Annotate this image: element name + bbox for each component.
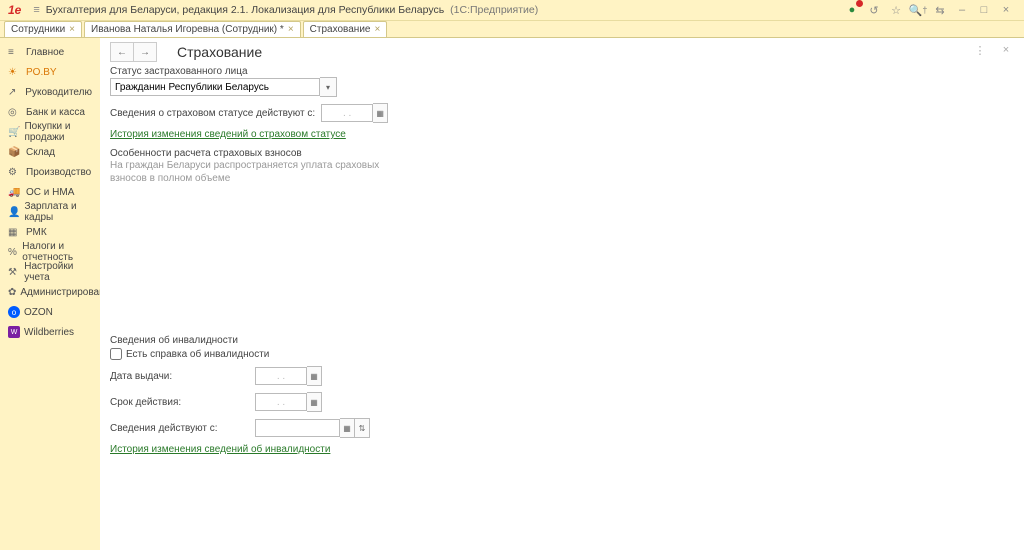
chevron-down-icon[interactable]: ▾ bbox=[320, 77, 337, 97]
sidebar: ≡ Главное ☀ PO.BY ↗ Руководителю ◎ Банк и ка… bbox=[0, 38, 100, 550]
sidebar-item-main[interactable]: ≡ Главное bbox=[0, 42, 100, 62]
sidebar-item-label: Производство bbox=[26, 167, 91, 178]
history-icon[interactable]: ↺ bbox=[866, 2, 882, 18]
sidebar-item-salary[interactable]: 👤 Зарплата и кадры bbox=[0, 202, 100, 222]
rmk-icon: ▦ bbox=[8, 227, 22, 238]
favorite-icon[interactable]: ☆ bbox=[888, 2, 904, 18]
tab-label: Страхование bbox=[310, 24, 371, 35]
manager-icon: ↗ bbox=[8, 87, 21, 98]
taxes-icon: % bbox=[8, 247, 18, 258]
cart-icon: 🛒 bbox=[8, 127, 20, 138]
sidebar-item-label: Руководителю bbox=[25, 87, 92, 98]
stock-icon: 📦 bbox=[8, 147, 22, 158]
app-subtitle: (1С:Предприятие) bbox=[444, 4, 538, 16]
stepper-icon[interactable]: ⇅ bbox=[355, 418, 370, 438]
page-title: Страхование bbox=[177, 44, 262, 60]
sidebar-item-wildberries[interactable]: W Wildberries bbox=[0, 322, 100, 342]
history-status-link[interactable]: История изменения сведений о страховом с… bbox=[110, 129, 346, 140]
sidebar-item-label: Покупки и продажи bbox=[24, 121, 92, 143]
tab-label: Сотрудники bbox=[11, 24, 65, 35]
close-icon[interactable]: × bbox=[288, 24, 294, 35]
top-icons: ● ↺ ☆ 🔍 † ⇆ – □ × bbox=[844, 2, 1024, 18]
search-icon[interactable]: 🔍 † bbox=[910, 2, 926, 18]
sidebar-item-label: Зарплата и кадры bbox=[24, 201, 92, 223]
history-disability-link[interactable]: История изменения сведений об инвалиднос… bbox=[110, 444, 330, 455]
calendar-icon[interactable]: ▦ bbox=[307, 366, 322, 386]
poby-icon: ☀ bbox=[8, 67, 22, 78]
features-hint: На граждан Беларуси распространяется упл… bbox=[110, 159, 390, 185]
disability-header: Сведения об инвалидности bbox=[110, 335, 1014, 346]
sidebar-item-label: Склад bbox=[26, 147, 55, 158]
nav-back-button[interactable]: ← bbox=[110, 42, 134, 62]
sidebar-item-label: Настройки учета bbox=[24, 261, 92, 283]
actfrom-date-input[interactable] bbox=[321, 104, 373, 122]
sidebar-item-label: РМК bbox=[26, 227, 47, 238]
settings-icon[interactable]: ⇆ bbox=[932, 2, 948, 18]
minimize-icon[interactable]: – bbox=[954, 2, 970, 18]
sidebar-item-poby[interactable]: ☀ PO.BY bbox=[0, 62, 100, 82]
status-label: Статус застрахованного лица bbox=[110, 66, 1014, 77]
cert-actfrom-label: Сведения действуют с: bbox=[110, 423, 255, 434]
sidebar-item-settings[interactable]: ⚒ Настройки учета bbox=[0, 262, 100, 282]
main-icon: ≡ bbox=[8, 47, 22, 58]
tab-employees[interactable]: Сотрудники × bbox=[4, 21, 82, 37]
tab-insurance[interactable]: Страхование × bbox=[303, 21, 388, 37]
menu-icon[interactable]: ≡ bbox=[27, 4, 45, 16]
tab-employee-card[interactable]: Иванова Наталья Игоревна (Сотрудник) * × bbox=[84, 21, 301, 37]
close-icon[interactable]: × bbox=[69, 24, 75, 35]
calendar-icon[interactable]: ▦ bbox=[307, 392, 322, 412]
sidebar-item-purchases[interactable]: 🛒 Покупки и продажи bbox=[0, 122, 100, 142]
calendar-icon[interactable]: ▦ bbox=[340, 418, 355, 438]
salary-icon: 👤 bbox=[8, 207, 20, 218]
has-cert-label: Есть справка об инвалидности bbox=[126, 349, 269, 360]
cert-term-label: Срок действия: bbox=[110, 397, 255, 408]
more-icon[interactable]: ⋮ bbox=[972, 42, 988, 58]
settings-icon: ⚒ bbox=[8, 267, 20, 278]
admin-icon: ✿ bbox=[8, 287, 16, 298]
sidebar-item-label: OZON bbox=[24, 307, 53, 318]
sidebar-item-label: PO.BY bbox=[26, 67, 57, 78]
ozon-icon: o bbox=[8, 306, 20, 318]
bank-icon: ◎ bbox=[8, 107, 22, 118]
sidebar-item-label: Налоги и отчетность bbox=[22, 241, 92, 263]
close-content-icon[interactable]: × bbox=[998, 42, 1014, 58]
production-icon: ⚙ bbox=[8, 167, 22, 178]
cert-date-label: Дата выдачи: bbox=[110, 371, 255, 382]
maximize-icon[interactable]: □ bbox=[976, 2, 992, 18]
sidebar-item-admin[interactable]: ✿Администрирование bbox=[0, 282, 100, 302]
content-pane: ← → Страхование ⋮ × Статус застрахованно… bbox=[100, 38, 1024, 550]
features-header: Особенности расчета страховых взносов bbox=[110, 148, 1014, 159]
logo-1c: 1e bbox=[0, 3, 27, 17]
close-icon[interactable]: × bbox=[998, 2, 1014, 18]
app-title: Бухгалтерия для Беларуси, редакция 2.1. … bbox=[46, 4, 444, 16]
calendar-icon[interactable]: ▦ bbox=[373, 103, 388, 123]
has-cert-checkbox[interactable] bbox=[110, 348, 122, 360]
tab-label: Иванова Наталья Игоревна (Сотрудник) * bbox=[91, 24, 284, 35]
sidebar-item-ozon[interactable]: o OZON bbox=[0, 302, 100, 322]
cert-term-input[interactable] bbox=[255, 393, 307, 411]
sidebar-item-label: ОС и НМА bbox=[26, 187, 74, 198]
close-icon[interactable]: × bbox=[374, 24, 380, 35]
assets-icon: 🚚 bbox=[8, 187, 22, 198]
sidebar-item-production[interactable]: ⚙ Производство bbox=[0, 162, 100, 182]
sidebar-item-label: Главное bbox=[26, 47, 64, 58]
tabs-bar: Сотрудники × Иванова Наталья Игоревна (С… bbox=[0, 21, 1024, 38]
sidebar-item-rmk[interactable]: ▦ РМК bbox=[0, 222, 100, 242]
cert-date-input[interactable] bbox=[255, 367, 307, 385]
notifications-icon[interactable]: ● bbox=[844, 2, 860, 18]
sidebar-item-label: Wildberries bbox=[24, 327, 74, 338]
actfrom-label: Сведения о страховом статусе действуют с… bbox=[110, 108, 315, 119]
cert-actfrom-input[interactable] bbox=[255, 419, 340, 437]
sidebar-item-bank[interactable]: ◎ Банк и касса bbox=[0, 102, 100, 122]
nav-forward-button[interactable]: → bbox=[134, 42, 157, 62]
wb-icon: W bbox=[8, 326, 20, 338]
sidebar-item-label: Банк и касса bbox=[26, 107, 85, 118]
sidebar-item-manager[interactable]: ↗ Руководителю bbox=[0, 82, 100, 102]
status-select[interactable] bbox=[110, 78, 320, 96]
sidebar-item-assets[interactable]: 🚚 ОС и НМА bbox=[0, 182, 100, 202]
sidebar-item-stock[interactable]: 📦 Склад bbox=[0, 142, 100, 162]
title-bar: 1e ≡ Бухгалтерия для Беларуси, редакция … bbox=[0, 0, 1024, 21]
sidebar-item-taxes[interactable]: % Налоги и отчетность bbox=[0, 242, 100, 262]
